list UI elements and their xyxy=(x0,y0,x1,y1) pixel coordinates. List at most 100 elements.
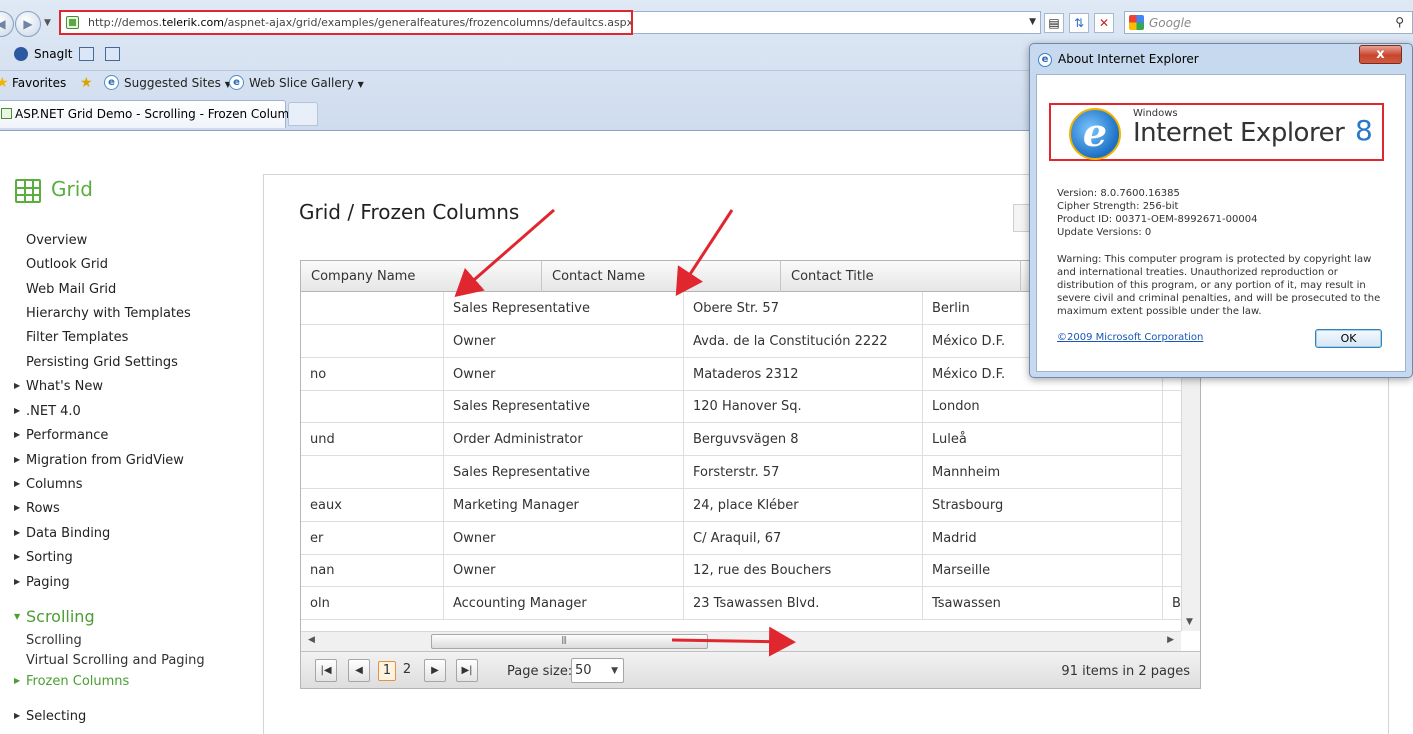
ok-button[interactable]: OK xyxy=(1315,329,1382,348)
table-row[interactable]: Sales Representative 120 Hanover Sq. Londo… xyxy=(301,390,1181,424)
column-header-contact-name[interactable]: Contact Name xyxy=(542,261,781,292)
sidebar-item-frozen-columns[interactable]: ▶ Frozen Columns xyxy=(14,674,129,689)
scroll-left-arrow-icon[interactable]: ◀ xyxy=(308,635,315,645)
sidebar-item-filter-templates[interactable]: Filter Templates xyxy=(26,330,128,345)
table-cell: C/ Araquil, 67 xyxy=(684,521,923,554)
close-button[interactable]: x xyxy=(1359,45,1402,64)
chevron-down-icon: ▼ xyxy=(611,666,618,676)
caret-down-icon: ▼ xyxy=(14,612,21,621)
search-box[interactable]: Google ⚲ xyxy=(1124,11,1413,34)
stop-button[interactable]: ✕ xyxy=(1094,13,1114,33)
sidebar: Grid Overview Outlook Grid Web Mail Grid… xyxy=(0,131,250,734)
page-number-1[interactable]: 1 xyxy=(378,661,396,681)
navigation-bar: ◀ ▶ ▼ http://demos.telerik.com/aspnet-aj… xyxy=(0,8,1413,40)
history-dropdown-icon[interactable]: ▼ xyxy=(44,18,51,28)
previous-page-button[interactable]: ◀ xyxy=(348,659,370,682)
sidebar-group-scrolling[interactable]: ▼ Scrolling xyxy=(14,607,95,626)
scroll-right-arrow-icon[interactable]: ▶ xyxy=(1167,635,1174,645)
sidebar-item-scrolling[interactable]: Scrolling xyxy=(26,633,82,648)
table-cell: Owner xyxy=(444,357,684,390)
table-cell: London xyxy=(923,390,1163,423)
page-number-2[interactable]: 2 xyxy=(398,661,416,681)
ie-page-icon: e xyxy=(104,75,119,90)
sidebar-group-data-binding[interactable]: ▶ Data Binding xyxy=(14,526,110,541)
sidebar-item-hierarchy-templates[interactable]: Hierarchy with Templates xyxy=(26,306,191,321)
last-page-button[interactable]: ▶| xyxy=(456,659,478,682)
favorites-button[interactable]: Favorites xyxy=(12,76,66,90)
sidebar-group-paging[interactable]: ▶ Paging xyxy=(14,575,70,590)
table-row[interactable]: oln Accounting Manager 23 Tsawassen Blvd. T… xyxy=(301,587,1181,621)
column-header-company-name[interactable]: Company Name xyxy=(301,261,542,292)
caret-right-icon: ▶ xyxy=(14,552,21,561)
search-icon[interactable]: ⚲ xyxy=(1395,15,1404,29)
grid-pager: |◀ ◀ 1 2 ▶ ▶| Page size: 50 ▼ 91 items i… xyxy=(301,651,1200,688)
refresh-button[interactable]: ⇅ xyxy=(1069,13,1089,33)
table-cell: Madrid xyxy=(923,521,1163,554)
new-tab-button[interactable] xyxy=(288,102,318,126)
ie-page-icon: e xyxy=(229,75,244,90)
previous-page-icon: ◀ xyxy=(355,665,363,676)
sidebar-group-rows[interactable]: ▶ Rows xyxy=(14,501,60,516)
suggested-sites-link[interactable]: Suggested Sites ▼ xyxy=(124,76,231,90)
sidebar-group-columns[interactable]: ▶ Columns xyxy=(14,477,83,492)
table-cell: Sales Representative xyxy=(444,390,684,423)
compatibility-view-button[interactable]: ▤ xyxy=(1044,13,1064,33)
web-slice-gallery-link[interactable]: Web Slice Gallery ▼ xyxy=(249,76,364,90)
table-cell: Strasbourg xyxy=(923,488,1163,521)
sidebar-item-outlook-grid[interactable]: Outlook Grid xyxy=(26,257,108,272)
page-size-value: 50 xyxy=(575,663,592,678)
sidebar-group-net40[interactable]: ▶ .NET 4.0 xyxy=(14,404,81,419)
tab-grid-demo[interactable]: ASP.NET Grid Demo - Scrolling - Frozen C… xyxy=(0,100,303,128)
next-page-button[interactable]: ▶ xyxy=(424,659,446,682)
horizontal-scroll-thumb[interactable]: ||| xyxy=(431,634,708,649)
table-cell xyxy=(1163,390,1181,422)
table-row[interactable]: und Order Administrator Berguvsvägen 8 Lule… xyxy=(301,423,1181,457)
sidebar-item-overview[interactable]: Overview xyxy=(26,233,87,248)
horizontal-scrollbar[interactable]: ◀ ||| ▶ xyxy=(301,631,1181,651)
column-header-contact-title[interactable]: Contact Title xyxy=(781,261,1021,292)
sidebar-item-persisting-settings[interactable]: Persisting Grid Settings xyxy=(26,355,178,370)
logo-version-text: 8 xyxy=(1355,114,1373,147)
url-highlight-annotation xyxy=(59,10,633,35)
address-dropdown-icon[interactable]: ▼ xyxy=(1029,17,1036,27)
table-row[interactable]: eaux Marketing Manager 24, place Kléber Str… xyxy=(301,488,1181,522)
snagit-icon[interactable] xyxy=(14,47,28,61)
table-cell: nan xyxy=(301,554,444,587)
first-page-icon: |◀ xyxy=(320,665,332,676)
table-cell: und xyxy=(301,423,444,456)
first-page-button[interactable]: |◀ xyxy=(315,659,337,682)
microsoft-copyright-link[interactable]: ©2009 Microsoft Corporation xyxy=(1057,332,1203,343)
table-cell: Mataderos 2312 xyxy=(684,357,923,390)
caret-right-icon: ▶ xyxy=(14,406,21,415)
table-row[interactable]: Sales Representative Forsterstr. 57 Mannhe… xyxy=(301,456,1181,489)
table-row[interactable]: nan Owner 12, rue des Bouchers Marseille xyxy=(301,554,1181,588)
snagit-label[interactable]: SnagIt xyxy=(34,47,72,61)
forward-button[interactable]: ▶ xyxy=(15,11,41,37)
scroll-down-arrow-icon[interactable]: ▼ xyxy=(1186,617,1193,627)
back-button[interactable]: ◀ xyxy=(0,11,14,37)
sidebar-item-virtual-scrolling[interactable]: Virtual Scrolling and Paging xyxy=(26,653,205,668)
snagit-capture-icon[interactable] xyxy=(79,47,94,61)
sidebar-group-selecting[interactable]: ▶ Selecting xyxy=(14,709,86,724)
sidebar-item-web-mail-grid[interactable]: Web Mail Grid xyxy=(26,282,116,297)
sidebar-group-sorting[interactable]: ▶ Sorting xyxy=(14,550,73,565)
caret-right-icon: ▶ xyxy=(14,381,21,390)
table-cell: Avda. de la Constitución 2222 xyxy=(684,324,923,357)
page-size-select[interactable]: 50 ▼ xyxy=(571,658,624,683)
search-input[interactable]: Google xyxy=(1149,16,1191,30)
snagit-window-icon[interactable] xyxy=(105,47,120,61)
version-text: Version: 8.0.7600.16385 xyxy=(1057,188,1180,199)
add-favorite-icon[interactable]: ★ xyxy=(80,75,93,91)
sidebar-group-migration[interactable]: ▶ Migration from GridView xyxy=(14,453,184,468)
sidebar-group-whats-new[interactable]: ▶ What's New xyxy=(14,379,103,394)
sidebar-title: Grid xyxy=(51,177,93,201)
table-row[interactable]: er Owner C/ Araquil, 67 Madrid xyxy=(301,521,1181,555)
table-cell: Owner xyxy=(444,554,684,587)
about-ie-dialog: e About Internet Explorer x e Windows In… xyxy=(1029,43,1413,378)
table-cell: B xyxy=(1172,596,1181,612)
dialog-body: e Windows Internet Explorer 8 Version: 8… xyxy=(1036,74,1406,372)
caret-right-icon: ▶ xyxy=(14,455,21,464)
forward-arrow-icon: ▶ xyxy=(23,17,33,31)
page-title: Grid / Frozen Columns xyxy=(299,200,520,224)
sidebar-group-performance[interactable]: ▶ Performance xyxy=(14,428,108,443)
